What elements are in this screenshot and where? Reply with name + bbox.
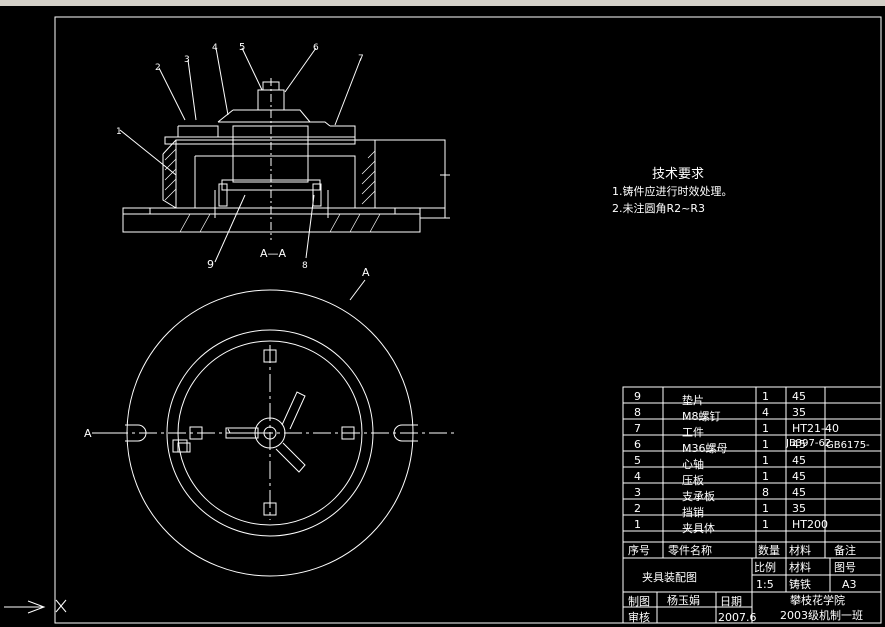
part-9-no: 9 — [634, 390, 641, 403]
drawing-name: 夹具装配图 — [642, 571, 697, 584]
part-7-qty: 1 — [762, 422, 769, 435]
part-4-mat: 45 — [792, 470, 806, 483]
part-6-no: 6 — [634, 438, 641, 451]
part-1-no: 1 — [634, 518, 641, 531]
balloon-8: 8 — [302, 261, 308, 271]
header-name: 零件名称 — [668, 543, 712, 557]
part-2-qty: 1 — [762, 502, 769, 515]
part-8-name: M8螺钉 — [682, 410, 721, 423]
section-view — [119, 47, 450, 263]
part-8-no: 8 — [634, 406, 641, 419]
school-name: 攀枝花学院 — [790, 593, 845, 607]
part-6-qty: 1 — [762, 438, 769, 451]
part-7-name: 工件 — [682, 426, 704, 439]
date-label: 日期 — [720, 595, 742, 608]
part-3-mat: 45 — [792, 486, 806, 499]
header-qty: 数量 — [758, 544, 780, 557]
part-3-name: 支承板 — [682, 489, 715, 503]
view-marker: A — [362, 266, 370, 279]
part-9-mat: 45 — [792, 390, 806, 403]
ucs-icon — [4, 599, 67, 614]
part-1-mat: HT200 — [792, 518, 828, 531]
part-7-mat: HT21-40 — [792, 422, 839, 435]
drawer-name: 杨玉娟 — [667, 593, 700, 607]
tech-title: 技术要求 — [652, 167, 704, 182]
part-2-name: 挡销 — [682, 505, 704, 519]
part-6-note: GB6175- — [826, 440, 870, 451]
cut-markers — [92, 279, 366, 434]
balloon-1: 1 — [116, 127, 122, 137]
balloon-5: 5 — [239, 42, 245, 53]
balloon-3: 3 — [184, 55, 190, 65]
header-mat: 材料 — [789, 543, 811, 557]
balloon-4: 4 — [212, 43, 218, 53]
size-value: A3 — [842, 578, 857, 591]
part-2-no: 2 — [634, 502, 641, 515]
part-4-qty: 1 — [762, 470, 769, 483]
material-label: 材料 — [789, 560, 811, 574]
balloon-9: 9 — [207, 258, 214, 271]
part-6-name: M36螺母 — [682, 442, 728, 455]
material-value: 铸铁 — [789, 577, 811, 591]
part-1-name: 夹具体 — [682, 521, 715, 535]
drawn-label: 制图 — [628, 595, 650, 608]
header-no: 序号 — [628, 543, 650, 557]
date-value: 2007.6 — [718, 611, 757, 624]
balloon-7: 7 — [358, 54, 364, 64]
part-9-name: 垫片 — [682, 393, 704, 407]
tech-line-2: 2.未注圆角R2~R3 — [612, 201, 705, 215]
plan-view — [110, 289, 458, 577]
part-8-qty: 4 — [762, 406, 769, 419]
part-4-no: 4 — [634, 470, 641, 483]
header-note: 备注 — [834, 543, 856, 557]
tech-line-1: 1.铸件应进行时效处理。 — [612, 184, 733, 198]
balloon-6: 6 — [313, 43, 319, 53]
part-2-mat: 35 — [792, 502, 806, 515]
drawing-no-label: 图号 — [834, 561, 856, 574]
part-7-no: 7 — [634, 422, 641, 435]
part-3-qty: 8 — [762, 486, 769, 499]
part-9-qty: 1 — [762, 390, 769, 403]
class-name: 2003级机制一班 — [780, 608, 863, 622]
part-8-mat: 35 — [792, 406, 806, 419]
ratio-value: 1:5 — [756, 578, 774, 591]
part-5-no: 5 — [634, 454, 641, 467]
cut-marker-left: A — [84, 427, 92, 440]
part-3-no: 3 — [634, 486, 641, 499]
part-5-name: 心轴 — [682, 457, 704, 471]
cad-drawing-canvas[interactable]: 1 2 3 4 5 6 7 8 9 A—A A A 技术要求 1.铸件应进行时效… — [0, 6, 885, 627]
ratio-label: 比例 — [754, 560, 776, 574]
part7-extra: JB397-62 — [785, 438, 831, 449]
part-5-mat: 45 — [792, 454, 806, 467]
section-label: A—A — [260, 247, 287, 260]
balloon-2: 2 — [155, 63, 161, 73]
part-5-qty: 1 — [762, 454, 769, 467]
part-4-name: 压板 — [682, 473, 704, 487]
part-1-qty: 1 — [762, 518, 769, 531]
check-label: 审核 — [628, 610, 650, 624]
